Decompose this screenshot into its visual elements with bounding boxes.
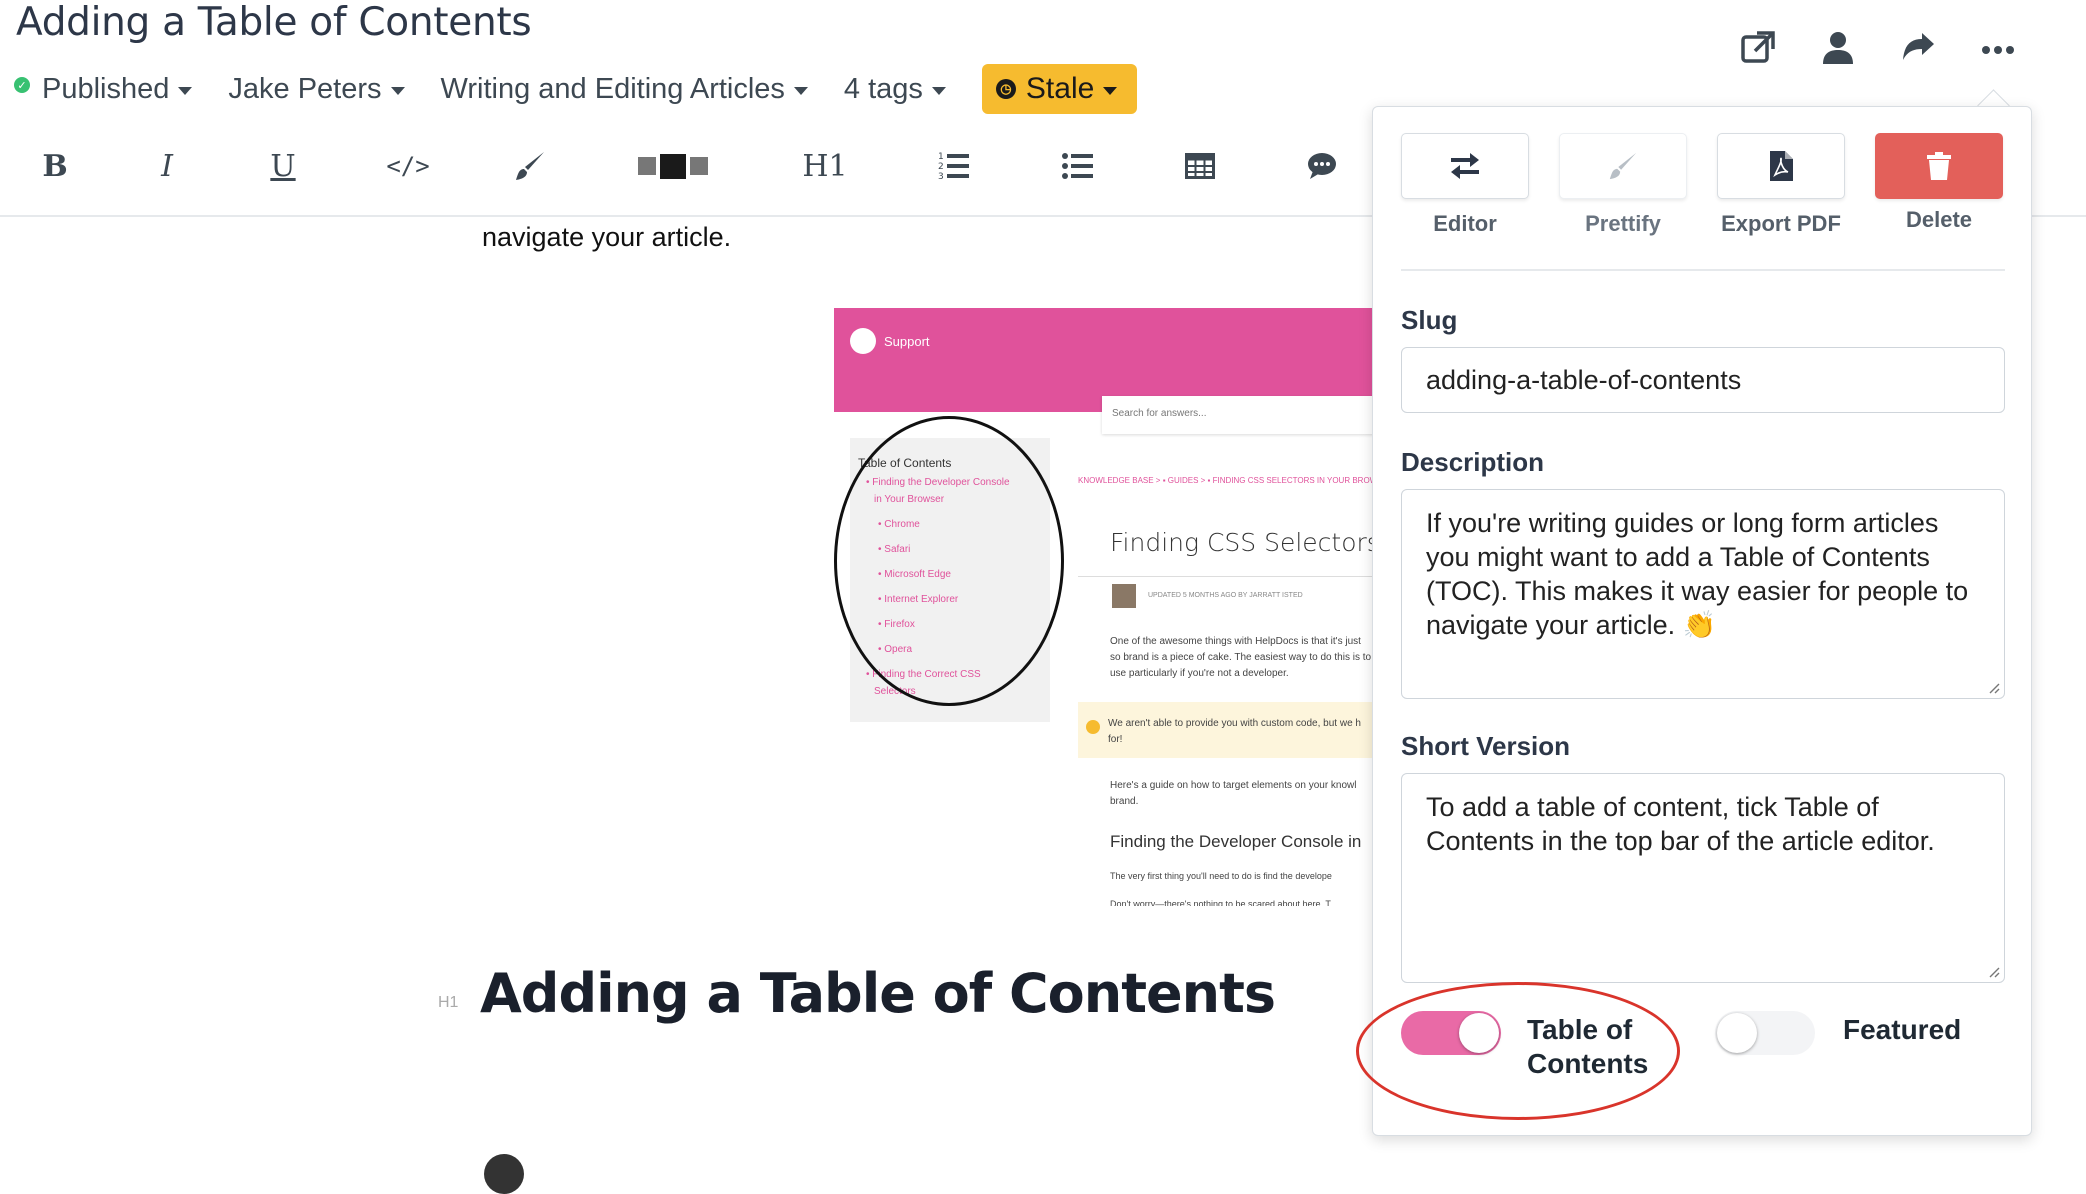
open-external-icon[interactable]	[1738, 28, 1782, 72]
embedded-screenshot[interactable]: Support Search for answers... Table of C…	[834, 308, 1374, 906]
table-icon	[1185, 153, 1215, 179]
prettify-button[interactable]: Prettify	[1559, 133, 1687, 237]
author-label: Jake Peters	[228, 72, 382, 105]
ordered-list-button[interactable]: 123	[938, 126, 970, 206]
export-pdf-button[interactable]: Export PDF	[1717, 133, 1845, 237]
annotation-circle	[834, 416, 1064, 706]
short-version-label: Short Version	[1401, 731, 1571, 761]
published-check-icon: ✓	[14, 77, 30, 93]
italic-button[interactable]: I	[152, 126, 182, 206]
svg-text:1: 1	[938, 152, 944, 162]
featured-toggle[interactable]	[1715, 1011, 1815, 1055]
table-button[interactable]	[1184, 126, 1216, 206]
chevron-down-icon	[178, 86, 193, 95]
avatar	[484, 1154, 524, 1194]
resize-handle-icon[interactable]	[1988, 966, 2000, 978]
pdf-file-icon	[1770, 151, 1793, 181]
svg-text:3: 3	[938, 172, 944, 182]
screenshot-brand: Support	[884, 334, 930, 349]
status-label: Published	[42, 72, 170, 105]
short-version-text: To add a table of content, tick Table of…	[1426, 792, 1935, 856]
status-dropdown[interactable]: ✓ Published	[14, 72, 193, 106]
delete-button[interactable]: Delete	[1875, 133, 2003, 233]
author-dropdown[interactable]: Jake Peters	[228, 72, 405, 106]
slug-input[interactable]: adding-a-table-of-contents	[1401, 347, 2005, 413]
stale-label: Stale	[1025, 72, 1095, 105]
underline-button[interactable]: U	[266, 126, 300, 206]
chevron-down-icon	[390, 86, 405, 95]
description-text: If you're writing guides or long form ar…	[1426, 508, 1969, 640]
article-title[interactable]: Adding a Table of Contents	[16, 0, 532, 45]
screenshot-breadcrumb: KNOWLEDGE BASE > ▪ GUIDES > ▪ FINDING CS…	[1078, 476, 1374, 485]
article-heading[interactable]: Adding a Table of Contents	[480, 962, 1276, 1025]
clock-icon: ◷	[995, 79, 1016, 99]
screenshot-divider	[1078, 576, 1374, 577]
screenshot-search: Search for answers...	[1102, 396, 1374, 434]
screenshot-paragraph: One of the awesome things with HelpDocs …	[1110, 636, 1372, 679]
screenshot-line: The very first thing you'll need to do i…	[1110, 871, 1332, 881]
stale-button[interactable]: ◷ Stale	[981, 64, 1138, 114]
screenshot-paragraph: Here's a guide on how to target elements…	[1110, 780, 1357, 807]
panel-divider	[1401, 269, 2005, 271]
prettify-button-label: Prettify	[1585, 211, 1661, 236]
code-button[interactable]: </>	[386, 126, 430, 206]
bold-button[interactable]: B	[38, 126, 72, 206]
share-icon[interactable]	[1898, 28, 1942, 72]
helpdocs-logo-icon	[850, 328, 876, 354]
brush-icon	[1609, 152, 1637, 180]
category-label: Writing and Editing Articles	[440, 72, 785, 105]
annotation-highlight-ellipse	[1356, 982, 1680, 1120]
resize-handle-icon[interactable]	[1988, 682, 2000, 694]
comment-icon	[1308, 153, 1336, 179]
info-icon	[1086, 720, 1100, 734]
trash-icon	[1927, 152, 1951, 180]
svg-text:2: 2	[938, 162, 944, 172]
tags-dropdown[interactable]: 4 tags	[844, 73, 946, 106]
chevron-down-icon	[931, 86, 946, 95]
screenshot-subheading: Finding the Developer Console in	[1110, 832, 1362, 851]
screenshot-updated: UPDATED 5 MONTHS AGO BY JARRATT ISTED	[1148, 592, 1303, 599]
delete-button-label: Delete	[1905, 207, 1973, 232]
layout-button[interactable]	[636, 126, 710, 206]
heading-level-badge: H1	[438, 994, 459, 1011]
description-textarea[interactable]: If you're writing guides or long form ar…	[1401, 489, 2005, 699]
chevron-down-icon	[1103, 86, 1118, 95]
chevron-down-icon	[793, 86, 808, 95]
heading-button[interactable]: H1	[802, 126, 848, 206]
screenshot-article-heading: Finding CSS Selectors in	[1110, 528, 1374, 557]
columns-icon	[638, 154, 708, 179]
editor-button[interactable]: Editor	[1401, 133, 1529, 237]
screenshot-paragraph: The very first thing you'll need to do i…	[1110, 862, 1374, 906]
article-settings-panel: Editor Prettify Export PDF Delete Slug a…	[1372, 106, 2032, 1136]
export-pdf-button-label: Export PDF	[1721, 211, 1841, 236]
description-label: Description	[1401, 447, 1545, 477]
screenshot-alert: We aren't able to provide you with custo…	[1078, 702, 1374, 758]
article-paragraph[interactable]: navigate your article.	[482, 222, 731, 253]
featured-label: Featured	[1843, 1014, 1962, 1045]
editor-button-label: Editor	[1433, 211, 1497, 236]
screenshot-line: Don't worry—there's nothing to be scared…	[1110, 899, 1331, 906]
user-icon[interactable]	[1818, 28, 1862, 72]
bullet-list-button[interactable]	[1062, 126, 1094, 206]
paint-brush-button[interactable]	[510, 126, 550, 206]
more-options-icon[interactable]	[1978, 28, 2022, 72]
category-dropdown[interactable]: Writing and Editing Articles	[441, 73, 808, 106]
short-version-textarea[interactable]: To add a table of content, tick Table of…	[1401, 773, 2005, 983]
bullet-list-icon	[1062, 153, 1093, 179]
tags-label: 4 tags	[843, 72, 923, 105]
swap-arrows-icon	[1451, 153, 1479, 179]
toggle-knob	[1717, 1013, 1757, 1053]
screenshot-avatar	[1112, 584, 1136, 608]
ordered-list-icon: 123	[938, 152, 969, 182]
slug-label: Slug	[1401, 305, 1458, 335]
comment-button[interactable]	[1306, 126, 1338, 206]
screenshot-alert-text: We aren't able to provide you with custo…	[1108, 718, 1361, 745]
article-meta-row: ✓ Published Jake Peters Writing and Edit…	[14, 64, 1138, 114]
formatting-toolbar: B I U </> H1 123	[0, 126, 1400, 216]
brush-icon	[516, 152, 544, 180]
